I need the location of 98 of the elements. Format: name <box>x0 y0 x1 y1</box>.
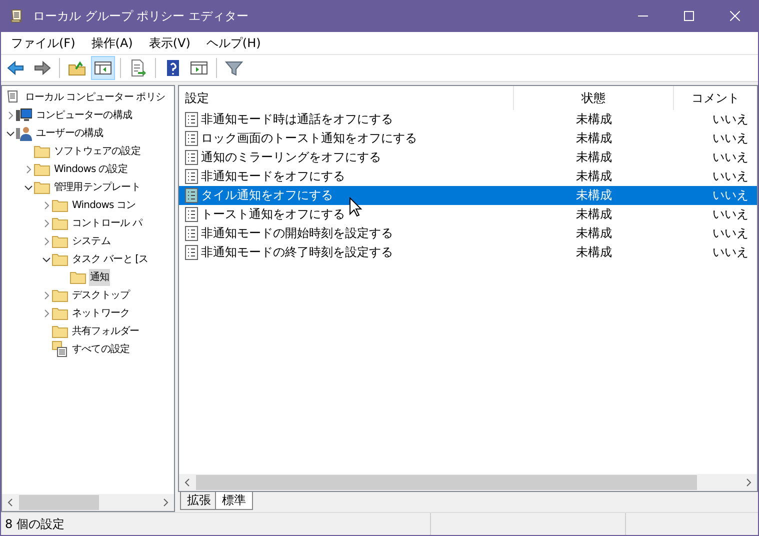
setting-name: トースト通知をオフにする <box>201 206 345 223</box>
help-icon <box>164 59 182 77</box>
setting-icon <box>185 169 198 184</box>
status-text: 8 個の設定 <box>1 513 431 535</box>
tree-item[interactable]: デスクトップ <box>71 286 131 304</box>
table-cell-text: いいえ <box>712 225 750 242</box>
table-cell-text: 未構成 <box>575 206 613 223</box>
table-cell-text: いいえ <box>712 130 750 147</box>
table-cell-text: いいえ <box>712 244 750 261</box>
table-row[interactable]: 非通知モードの開始時刻を設定する 未構成 いいえ <box>179 224 757 243</box>
setting-icon <box>185 245 198 260</box>
horizontal-scrollbar[interactable] <box>179 474 757 491</box>
console-tree-button[interactable] <box>91 56 115 80</box>
tree-item[interactable]: ユーザーの構成 <box>35 124 104 142</box>
scroll-right-icon[interactable] <box>162 498 169 507</box>
setting-icon <box>185 207 198 222</box>
window-pane-icon <box>94 59 112 77</box>
folder-icon <box>52 216 68 230</box>
setting-name: 非通知モードの終了時刻を設定する <box>201 244 393 261</box>
computer-icon <box>16 107 32 123</box>
tree-item[interactable]: Windows の設定 <box>53 160 128 178</box>
close-icon <box>730 11 740 21</box>
setting-name: 非通知モードの開始時刻を設定する <box>201 225 393 242</box>
menu-item[interactable]: 操作(A) <box>83 33 141 53</box>
tree-item[interactable]: 共有フォルダー <box>71 322 140 340</box>
folder-icon <box>34 180 50 194</box>
table-cell-text: いいえ <box>712 111 750 128</box>
setting-icon <box>185 112 198 127</box>
tree-item[interactable]: コントロール パ <box>71 214 143 232</box>
folder-icon <box>52 288 68 302</box>
tree-item[interactable]: タスク バーと [ス <box>71 250 150 268</box>
tree-item[interactable]: Windows コン <box>71 196 137 214</box>
folder-icon <box>70 270 86 284</box>
scroll-right-icon[interactable] <box>745 478 752 487</box>
setting-name: 非通知モードをオフにする <box>201 168 345 185</box>
setting-icon <box>185 188 198 203</box>
table-row[interactable]: タイル通知をオフにする 未構成 いいえ <box>179 186 757 205</box>
horizontal-scrollbar[interactable] <box>2 494 174 511</box>
tab[interactable]: 標準 <box>215 492 253 510</box>
menu-item[interactable]: ファイル(F) <box>3 33 84 53</box>
column-header[interactable]: 状態 <box>514 86 674 110</box>
left-arrow-icon <box>7 59 25 77</box>
right-arrow-icon <box>33 59 51 77</box>
table-row[interactable]: 非通知モード時は通話をオフにする 未構成 いいえ <box>179 110 757 129</box>
tree-item[interactable]: 通知 <box>89 268 110 286</box>
setting-name: ロック画面のトースト通知をオフにする <box>201 130 417 147</box>
column-header[interactable]: コメント <box>674 86 757 110</box>
folder-icon <box>52 306 68 320</box>
tab[interactable]: 拡張 <box>180 492 218 510</box>
table-cell-text: 未構成 <box>575 187 613 204</box>
setting-name: タイル通知をオフにする <box>201 187 333 204</box>
tree-item[interactable]: ソフトウェアの設定 <box>53 142 142 160</box>
table-cell-text: 未構成 <box>575 168 613 185</box>
tree-item[interactable]: コンピューターの構成 <box>35 106 134 124</box>
window-title: ローカル グループ ポリシー エディター <box>33 8 250 24</box>
setting-name: 非通知モード時は通話をオフにする <box>201 111 393 128</box>
table-row[interactable]: 非通知モードの終了時刻を設定する 未構成 いいえ <box>179 243 757 262</box>
table-cell-text: いいえ <box>712 149 750 166</box>
table-row[interactable]: ロック画面のトースト通知をオフにする 未構成 いいえ <box>179 129 757 148</box>
user-icon <box>16 125 32 141</box>
folder-icon <box>34 144 50 158</box>
menu-item[interactable]: 表示(V) <box>140 33 198 53</box>
settings-list-icon <box>52 341 68 357</box>
table-cell-text: 未構成 <box>575 111 613 128</box>
tree-item[interactable]: ローカル コンピューター ポリシ <box>24 88 166 106</box>
folder-icon <box>68 59 86 77</box>
setting-name: 通知のミラーリングをオフにする <box>201 149 381 166</box>
document-arrow-icon <box>129 59 147 77</box>
folder-icon <box>52 198 68 212</box>
table-cell-text: いいえ <box>712 206 750 223</box>
mouse-pointer-icon <box>349 197 362 217</box>
setting-icon <box>185 150 198 165</box>
table-cell-text: いいえ <box>712 187 750 204</box>
tree-item[interactable]: すべての設定 <box>71 340 131 358</box>
table-cell-text: 未構成 <box>575 244 613 261</box>
tree-item[interactable]: システム <box>71 232 112 250</box>
scroll-left-icon[interactable] <box>184 478 191 487</box>
setting-icon <box>185 226 198 241</box>
tree-item[interactable]: 管理用テンプレート <box>53 178 142 196</box>
table-cell-text: いいえ <box>712 168 750 185</box>
scroll-left-icon[interactable] <box>7 498 14 507</box>
setting-icon <box>185 131 198 146</box>
menu-item[interactable]: ヘルプ(H) <box>198 33 269 53</box>
folder-icon <box>52 324 68 338</box>
table-cell-text: 未構成 <box>575 225 613 242</box>
folder-icon <box>52 234 68 248</box>
table-cell-text: 未構成 <box>575 130 613 147</box>
filter-icon <box>225 59 243 77</box>
maximize-icon <box>684 11 694 21</box>
table-row[interactable]: 通知のミラーリングをオフにする 未構成 いいえ <box>179 148 757 167</box>
window-pane-icon <box>190 59 208 77</box>
tree-item[interactable]: ネットワーク <box>71 304 131 322</box>
table-row[interactable]: 非通知モードをオフにする 未構成 いいえ <box>179 167 757 186</box>
table-row[interactable]: トースト通知をオフにする 未構成 いいえ <box>179 205 757 224</box>
column-header[interactable]: 設定 <box>179 86 514 110</box>
table-cell-text: 未構成 <box>575 149 613 166</box>
folder-icon <box>34 162 50 176</box>
folder-icon <box>52 252 68 266</box>
